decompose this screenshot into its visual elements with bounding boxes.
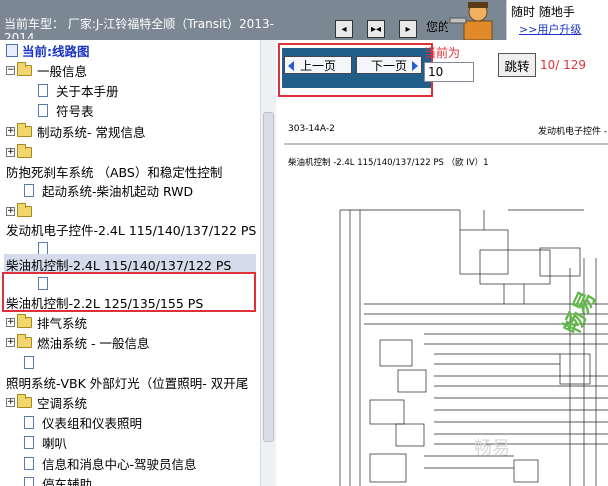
tree-node-starting-system[interactable]: 起动系统-柴油机起动 RWD (24, 180, 193, 200)
tree-root[interactable]: 当前:线路图 (6, 40, 90, 60)
tree-node-label: 排气系统 (37, 315, 88, 331)
tree-node-label: 信息和消息中心-驾驶员信息 (42, 456, 197, 472)
expand-icon[interactable]: + (6, 147, 15, 157)
tree-node-label: 照明系统-VBK 外部灯光（位置照明- 双开尾 (6, 375, 249, 391)
scrollbar-thumb[interactable] (263, 112, 274, 442)
wiring-diagram: 303-14A-2 发动机电子控件 - 2 柴油机控制 -2.4L 115/14… (284, 118, 608, 486)
page-count-text: 10/ 129 (540, 58, 587, 72)
doc-icon (24, 476, 34, 486)
wiring-lines (284, 143, 608, 486)
last-page-icon[interactable]: ▸ (399, 20, 417, 38)
tree-node-folder[interactable]: + (6, 142, 37, 162)
tree-scrollbar[interactable] (260, 40, 276, 486)
expand-icon[interactable]: + (6, 397, 15, 407)
tree-node-label: 一般信息 (37, 63, 88, 79)
user-upgrade-link[interactable]: >>用户升级 (519, 21, 581, 37)
tree-node-diesel-control-24[interactable]: 柴油机控制-2.4L 115/140/137/122 PS (4, 254, 256, 274)
tree-node-parking-aid[interactable]: 停车辅助 (24, 473, 92, 486)
page-number-input[interactable] (424, 62, 474, 82)
tree-node-label: 喇叭 (42, 435, 68, 451)
tree-node-label: 起动系统-柴油机起动 RWD (42, 183, 194, 199)
doc-icon (38, 103, 48, 117)
folder-icon (17, 393, 32, 408)
greeting-text: 您的 (426, 20, 448, 34)
doc-icon (24, 355, 34, 369)
tree-node-abs[interactable]: 防抱死刹车系统 （ABS）和稳定性控制 (6, 161, 222, 181)
selection-highlight-box (2, 272, 256, 312)
jump-button[interactable]: 跳转 (498, 53, 536, 77)
vehicle-model-text: 当前车型： 厂家:J-江铃福特全顺（Transit）2013-2014 (4, 17, 274, 39)
tree-node-instrument-cluster[interactable]: 仪表组和仪表照明 (24, 412, 142, 432)
expand-icon[interactable]: ▸◂ (367, 20, 385, 38)
tree-node-label: 符号表 (56, 103, 94, 119)
tree-node-label: 空调系统 (37, 395, 88, 411)
tree-node-doc[interactable] (24, 352, 42, 372)
root-doc-icon (6, 43, 18, 57)
folder-icon (17, 313, 32, 328)
toolbar-highlight-box (278, 43, 433, 97)
doc-icon (38, 241, 48, 255)
promo-text: 随时 随地手 (511, 5, 575, 19)
promo-panel: 随时 随地手 >>用户升级 (506, 0, 608, 40)
tree-node-general-info[interactable]: − 一般信息 (6, 60, 87, 80)
expand-icon[interactable]: + (6, 206, 15, 216)
first-page-icon[interactable]: ◂ (335, 20, 353, 38)
tree-node-label: 仪表组和仪表照明 (42, 415, 143, 431)
watermark-text: 畅易 (474, 438, 510, 459)
tree-node-brake-system[interactable]: + 制动系统- 常规信息 (6, 121, 145, 141)
expand-icon[interactable]: + (6, 317, 15, 327)
tree-node-horn[interactable]: 喇叭 (24, 432, 67, 452)
top-bar: 当前车型： 厂家:J-江铃福特全顺（Transit）2013-2014 ◂ ▸◂… (0, 0, 608, 41)
tree-node-air-conditioning[interactable]: + 空调系统 (6, 392, 87, 412)
tree-node-label: 柴油机控制-2.4L 115/140/137/122 PS (6, 257, 232, 273)
doc-icon (38, 83, 48, 97)
folder-icon (17, 122, 32, 137)
doc-icon (24, 183, 34, 197)
expand-icon[interactable]: + (6, 337, 15, 347)
tree-node-exhaust[interactable]: + 排气系统 (6, 312, 87, 332)
doc-icon (24, 435, 34, 449)
tree-node-label: 制动系统- 常规信息 (37, 124, 146, 140)
folder-icon (17, 143, 32, 158)
collapse-icon[interactable]: − (6, 65, 15, 75)
folder-icon (17, 61, 32, 76)
doc-icon (24, 415, 34, 429)
tree-node-symbols[interactable]: 符号表 (38, 100, 94, 120)
folder-icon (17, 202, 32, 217)
expand-icon[interactable]: + (6, 126, 15, 136)
tree-root-label: 当前:线路图 (22, 43, 90, 59)
tree-node-label: 防抱死刹车系统 （ABS）和稳定性控制 (6, 164, 223, 180)
folder-icon (17, 333, 32, 348)
doc-icon (24, 456, 34, 470)
tree-node-about-manual[interactable]: 关于本手册 (38, 80, 119, 100)
tree-node-folder[interactable]: + (6, 201, 37, 221)
tree-node-label: 燃油系统 - 一般信息 (37, 335, 150, 351)
tree-node-label: 发动机电子控件-2.4L 115/140/137/122 PS (6, 222, 257, 238)
tree-node-info-center[interactable]: 信息和消息中心-驾驶员信息 (24, 453, 197, 473)
mascot-icon (448, 0, 506, 41)
tree-node-lighting[interactable]: 照明系统-VBK 外部灯光（位置照明- 双开尾 (6, 372, 248, 392)
tree-node-label: 关于本手册 (56, 83, 119, 99)
tree-panel: 当前:线路图 − 一般信息 关于本手册 符号表 + 制动系统- 常规信息 + 防… (0, 40, 260, 486)
current-page-label: 当前为 (424, 46, 461, 60)
tree-node-fuel-system[interactable]: + 燃油系统 - 一般信息 (6, 332, 149, 352)
tree-node-label: 停车辅助 (42, 476, 93, 486)
tree-node-engine-electronic[interactable]: 发动机电子控件-2.4L 115/140/137/122 PS (6, 219, 256, 239)
